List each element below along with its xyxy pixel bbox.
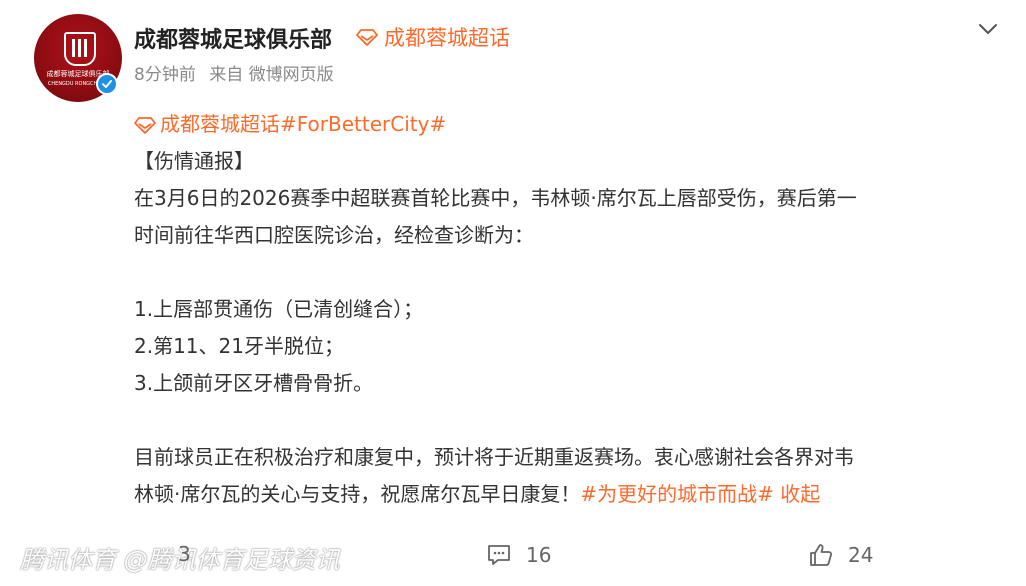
verified-badge-icon [96, 73, 118, 95]
comment-button[interactable]: 16 [486, 542, 551, 568]
post-meta: 8分钟前 来自 微博网页版 [134, 60, 342, 85]
post-footer: 腾讯体育 @腾讯体育足球资讯 3 16 24 [0, 540, 1026, 574]
post-paragraph-line: 在3月6日的2026赛季中超联赛首轮比赛中，韦林顿·席尔瓦上唇部受伤，赛后第一 [134, 186, 857, 210]
post-body: 成都蓉城超话#ForBetterCity# 【伤情通报】 在3月6日的2026赛… [134, 106, 1004, 513]
post-heading: 【伤情通报】 [134, 149, 254, 173]
diagnosis-item: 3.上颌前牙区牙槽骨骨折。 [134, 371, 374, 395]
diagnosis-item: 2.第11、21牙半脱位； [134, 334, 344, 358]
super-topic-link[interactable]: 成都蓉城超话 [356, 22, 510, 52]
post-paragraph-line: 目前球员正在积极治疗和康复中，预计将于近期重返赛场。衷心感谢社会各界对韦 [134, 445, 854, 469]
diagnosis-item: 1.上唇部贯通伤（已清创缝合）； [134, 297, 424, 321]
collapse-link[interactable]: 收起 [780, 482, 820, 506]
like-button[interactable]: 24 [808, 542, 873, 568]
diamond-icon [356, 29, 378, 46]
super-topic-label: 成都蓉城超话 [384, 26, 510, 50]
post-paragraph-text: 林顿·席尔瓦的关心与支持，祝愿席尔瓦早日康复！ [134, 482, 581, 506]
diamond-icon [134, 116, 156, 134]
post-source: 来自 微博网页版 [209, 65, 334, 85]
post-paragraph-line: 时间前往华西口腔医院诊治，经检查诊断为： [134, 223, 534, 247]
like-count: 24 [848, 543, 874, 567]
thumbs-up-icon [810, 544, 833, 566]
chevron-down-icon[interactable] [976, 17, 1000, 41]
post-time[interactable]: 8分钟前 [134, 65, 196, 85]
username[interactable]: 成都蓉城足球俱乐部 [134, 22, 332, 54]
topic-tag-link[interactable]: 成都蓉城超话#ForBetterCity# [134, 106, 1004, 143]
comment-icon [488, 545, 510, 565]
topic-tag-label: 成都蓉城超话#ForBetterCity# [160, 112, 447, 136]
comment-count: 16 [526, 543, 552, 567]
hashtag-link[interactable]: #为更好的城市而战# [580, 482, 774, 506]
club-crest-icon [64, 32, 96, 66]
post-paragraph-line: 林顿·席尔瓦的关心与支持，祝愿席尔瓦早日康复！#为更好的城市而战# 收起 [134, 476, 1004, 513]
share-count[interactable]: 3 [178, 542, 191, 566]
